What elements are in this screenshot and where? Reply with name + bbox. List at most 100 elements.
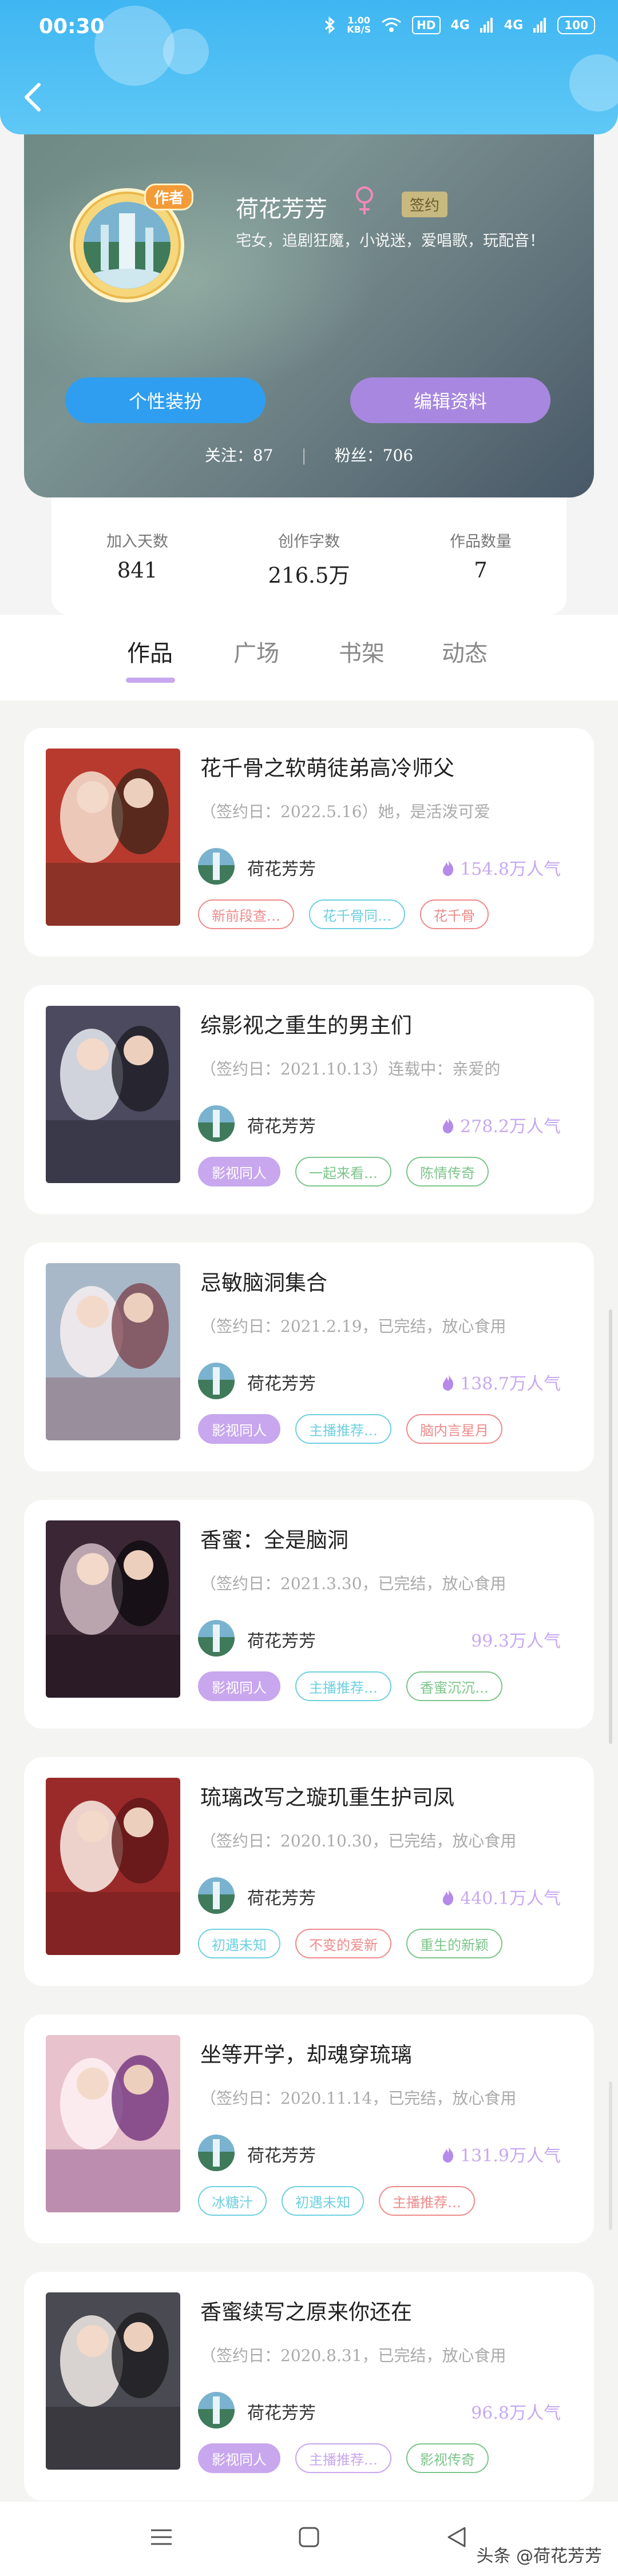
popularity: 154.8万人气	[441, 855, 561, 880]
book-title[interactable]: 香蜜：全是脑洞	[200, 1523, 348, 1554]
book-tag[interactable]: 脑内言星月	[406, 1414, 502, 1444]
tag-row: 影视同人 一起来看… 陈情传奇	[198, 1157, 489, 1187]
book-tag[interactable]: 影视同人	[198, 1157, 280, 1187]
author-name: 荷花芳芳	[247, 1117, 316, 1137]
book-title[interactable]: 综影视之重生的男主们	[200, 1008, 412, 1039]
status-bar: 00:30 1.00 KB/S HD 4G 4G 100	[0, 0, 618, 51]
author-name: 荷花芳芳	[247, 859, 316, 879]
book-tag[interactable]: 主播推荐…	[379, 2186, 475, 2216]
book-tag[interactable]: 重生的新颖	[406, 1929, 502, 1958]
book-tag[interactable]: 主播推荐…	[295, 2443, 391, 2473]
popularity: 99.3万人气	[471, 1627, 561, 1652]
book-meta: （签约日：2020.10.30，已完结，放心食用	[200, 1832, 517, 1850]
book-meta: （签约日：2020.11.14，已完结，放心食用	[200, 2089, 517, 2108]
follow-stats: 关注：87 | 粉丝：706	[24, 443, 594, 466]
book-meta: （签约日：2020.8.31，已完结，放心食用	[200, 2346, 506, 2365]
book-tag[interactable]: 初遇未知	[282, 2186, 364, 2216]
popularity-value: 96.8万人气	[471, 2403, 561, 2423]
book-cover[interactable]	[46, 1263, 180, 1440]
flame-icon	[442, 1374, 454, 1391]
author-avatar	[198, 848, 235, 885]
tag-row: 影视同人 主播推荐… 脑内言星月	[198, 1414, 502, 1444]
author-avatar	[198, 1105, 235, 1142]
book-cover[interactable]	[46, 1006, 180, 1183]
author-avatar	[198, 1620, 235, 1657]
book-title[interactable]: 香蜜续写之原来你还在	[200, 2295, 412, 2326]
fans-count[interactable]: 粉丝：706	[335, 446, 413, 465]
book-title[interactable]: 忌敏脑洞集合	[200, 1265, 327, 1296]
book-tag[interactable]: 影视同人	[198, 1671, 280, 1701]
book-card[interactable]: 香蜜续写之原来你还在 （签约日：2020.8.31，已完结，放心食用 荷花芳芳 …	[24, 2272, 594, 2501]
book-card[interactable]: 忌敏脑洞集合 （签约日：2021.2.19，已完结，放心食用 荷花芳芳 138.…	[24, 1243, 594, 1471]
book-tag[interactable]: 陈情传奇	[406, 1157, 489, 1187]
book-meta: （签约日：2021.2.19，已完结，放心食用	[200, 1317, 506, 1336]
popularity: 138.7万人气	[441, 1369, 561, 1395]
tab-works[interactable]: 作品	[127, 635, 173, 668]
dress-up-button[interactable]: 个性装扮	[65, 377, 266, 423]
book-card[interactable]: 琉璃改写之璇玑重生护司凤 （签约日：2020.10.30，已完结，放心食用 荷花…	[24, 1757, 594, 1986]
book-tag[interactable]: 花千骨同…	[309, 899, 405, 929]
following-count[interactable]: 关注：87	[205, 446, 274, 465]
stat-label: 加入天数	[106, 533, 168, 551]
back-nav-icon[interactable]	[445, 2526, 468, 2549]
author-name: 荷花芳芳	[247, 2146, 316, 2166]
tab-bookshelf[interactable]: 书架	[339, 635, 385, 668]
book-cover[interactable]	[46, 748, 180, 926]
flame-icon	[442, 1117, 454, 1133]
book-card[interactable]: 花千骨之软萌徒弟高冷师父 （签约日：2022.5.16）她，是活泼可爱 荷花芳芳…	[24, 728, 594, 957]
book-tag[interactable]: 影视同人	[198, 1414, 280, 1444]
book-cover[interactable]	[46, 1778, 180, 1955]
stat-value: 216.5万	[268, 563, 350, 588]
scrollbar[interactable]	[609, 1309, 612, 1744]
popularity: 440.1万人气	[441, 1884, 561, 1909]
book-tag[interactable]: 主播推荐…	[295, 1671, 391, 1701]
popularity: 96.8万人气	[471, 2399, 561, 2424]
menu-icon[interactable]	[150, 2526, 173, 2549]
book-tag[interactable]: 新前段查…	[198, 899, 294, 929]
book-tag[interactable]: 香蜜沉沉…	[406, 1671, 502, 1701]
tag-row: 冰糖汁 初遇未知 主播推荐…	[198, 2186, 475, 2216]
book-card[interactable]: 香蜜：全是脑洞 （签约日：2021.3.30，已完结，放心食用 荷花芳芳 99.…	[24, 1500, 594, 1729]
book-title[interactable]: 琉璃改写之璇玑重生护司凤	[200, 1780, 454, 1811]
tab-square[interactable]: 广场	[233, 635, 279, 668]
book-tag[interactable]: 影视传奇	[406, 2443, 489, 2473]
watermark: 头条 @荷花芳芳	[476, 2546, 602, 2566]
hd-icon: HD	[412, 16, 441, 34]
decor-bubble	[569, 54, 618, 112]
book-tag[interactable]: 主播推荐…	[295, 1414, 391, 1444]
book-title[interactable]: 坐等开学，却魂穿琉璃	[200, 2037, 412, 2068]
signal-bars-icon-2	[533, 18, 546, 33]
book-tag[interactable]: 初遇未知	[198, 1929, 280, 1958]
popularity-value: 138.7万人气	[460, 1374, 561, 1394]
edit-profile-button[interactable]: 编辑资料	[350, 377, 550, 423]
book-cover[interactable]	[46, 2292, 180, 2470]
author-avatar	[198, 2392, 235, 2428]
stat-words: 创作字数 216.5万	[223, 529, 395, 589]
status-time: 00:30	[39, 15, 105, 38]
book-tag[interactable]: 冰糖汁	[198, 2186, 267, 2216]
author-avatar-large[interactable]: 作者	[64, 180, 196, 312]
book-cover[interactable]	[46, 2035, 180, 2212]
book-tag[interactable]: 不变的爱新	[295, 1929, 391, 1958]
back-arrow-icon[interactable]	[21, 80, 46, 114]
book-tag[interactable]: 一起来看…	[295, 1157, 391, 1187]
net-speed: 1.00 KB/S	[347, 15, 371, 35]
book-tag[interactable]: 花千骨	[420, 899, 489, 929]
book-card[interactable]: 坐等开学，却魂穿琉璃 （签约日：2020.11.14，已完结，放心食用 荷花芳芳…	[24, 2014, 594, 2243]
author-avatar	[198, 1363, 235, 1399]
signal-4g-icon-2: 4G	[504, 18, 524, 33]
book-tag[interactable]: 影视同人	[198, 2443, 280, 2473]
tab-activity[interactable]: 动态	[442, 635, 488, 668]
stat-value: 7	[474, 558, 488, 583]
book-meta: （签约日：2022.5.16）她，是活泼可爱	[200, 802, 490, 821]
home-icon[interactable]	[298, 2526, 320, 2549]
book-cover[interactable]	[46, 1520, 180, 1698]
stat-value: 841	[117, 558, 158, 583]
system-nav-bar: 头条 @荷花芳芳	[0, 2502, 618, 2576]
author-avatar	[198, 2135, 235, 2171]
stat-label: 作品数量	[450, 533, 512, 551]
active-tab-indicator	[126, 678, 175, 683]
book-card[interactable]: 综影视之重生的男主们 （签约日：2021.10.13）连载中：亲爱的 荷花芳芳 …	[24, 985, 594, 1214]
book-title[interactable]: 花千骨之软萌徒弟高冷师父	[200, 751, 454, 782]
battery-icon: 100	[557, 16, 595, 34]
